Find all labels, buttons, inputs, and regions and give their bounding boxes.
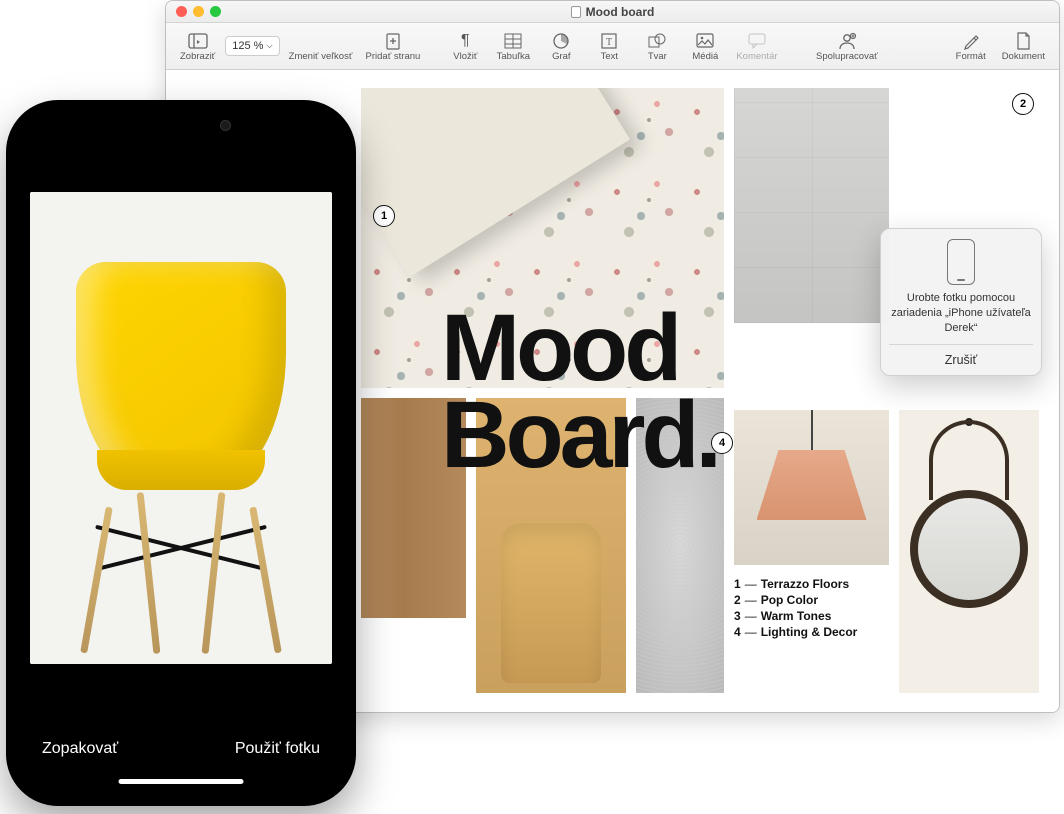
media-icon (694, 31, 716, 51)
media-label: Médiá (692, 51, 718, 62)
format-icon (960, 31, 982, 51)
photo-preview[interactable] (30, 192, 332, 664)
legend[interactable]: 1—Terrazzo Floors 2—Pop Color 3—Warm Ton… (734, 575, 934, 641)
phone-icon (947, 239, 975, 285)
view-icon (187, 31, 209, 51)
image-mirror[interactable] (899, 410, 1039, 693)
comment-button: Komentár (730, 29, 783, 64)
comment-icon (746, 31, 768, 51)
continuity-popup: Urobte fotku pomocou zariadenia „iPhone … (880, 228, 1042, 376)
document-icon (1012, 31, 1034, 51)
shape-button[interactable]: Tvar (634, 29, 680, 64)
format-label: Formát (956, 51, 986, 62)
comment-label: Komentár (736, 51, 777, 62)
legend-item: 4—Lighting & Decor (734, 625, 934, 639)
add-page-button[interactable]: Pridať stranu (360, 29, 427, 64)
image-concrete[interactable] (734, 88, 889, 323)
add-page-icon (382, 31, 404, 51)
marker-2[interactable]: 2 (1012, 93, 1034, 115)
document-icon (571, 6, 581, 18)
chart-button[interactable]: Graf (538, 29, 584, 64)
image-lamp[interactable] (734, 410, 889, 565)
insert-button[interactable]: ¶ Vložiť (442, 29, 488, 64)
home-indicator[interactable] (119, 779, 244, 784)
document-label: Dokument (1002, 51, 1045, 62)
view-label: Zobraziť (180, 51, 215, 62)
text-label: Text (601, 51, 618, 62)
media-button[interactable]: Médiá (682, 29, 728, 64)
add-page-label: Pridať stranu (366, 51, 421, 62)
svg-text:T: T (606, 37, 612, 48)
shape-label: Tvar (648, 51, 667, 62)
table-icon (502, 31, 524, 51)
collaborate-icon (836, 31, 858, 51)
legend-item: 2—Pop Color (734, 593, 934, 607)
marker-1[interactable]: 1 (373, 205, 395, 227)
toolbar: Zobraziť 125 % ⌵ Zmeniť veľkosť Pridať s… (166, 23, 1059, 70)
insert-label: Vložiť (453, 51, 477, 62)
titlebar[interactable]: Mood board (166, 1, 1059, 23)
collaborate-button[interactable]: Spolupracovať (810, 29, 884, 64)
marker-4[interactable]: 4 (711, 432, 733, 454)
insert-icon: ¶ (454, 31, 476, 51)
chevron-down-icon: ⌵ (266, 41, 272, 51)
use-photo-button[interactable]: Použiť fotku (235, 740, 320, 758)
iphone-device: Zopakovať Použiť fotku (6, 100, 356, 806)
headline-line2: Board. (441, 382, 718, 488)
resize-label-group: Zmeniť veľkosť (284, 29, 358, 64)
resize-label: Zmeniť veľkosť (289, 51, 353, 62)
cancel-button[interactable]: Zrušiť (889, 344, 1033, 375)
text-button[interactable]: T Text (586, 29, 632, 64)
headline[interactable]: Mood Board. (441, 305, 718, 480)
camera-buttons: Zopakovať Použiť fotku (18, 740, 344, 758)
window-title-text: Mood board (586, 5, 655, 19)
table-button[interactable]: Tabuľka (490, 29, 536, 64)
popup-message: Urobte fotku pomocou zariadenia „iPhone … (889, 291, 1033, 344)
collaborate-label: Spolupracovať (816, 51, 878, 62)
format-button[interactable]: Formát (948, 29, 994, 64)
legend-item: 3—Warm Tones (734, 609, 934, 623)
legend-item: 1—Terrazzo Floors (734, 577, 934, 591)
chart-label: Graf (552, 51, 570, 62)
table-label: Tabuľka (497, 51, 530, 62)
retake-button[interactable]: Zopakovať (42, 740, 118, 758)
zoom-value: 125 % (232, 40, 263, 52)
photo-subject-chair (56, 262, 306, 654)
zoom-selector[interactable]: 125 % ⌵ (225, 36, 279, 56)
iphone-notch (101, 112, 261, 138)
view-button[interactable]: Zobraziť (174, 29, 221, 64)
iphone-screen: Zopakovať Použiť fotku (18, 112, 344, 794)
document-button[interactable]: Dokument (996, 29, 1051, 64)
shape-icon (646, 31, 668, 51)
window-title: Mood board (166, 5, 1059, 19)
chart-icon (550, 31, 572, 51)
text-icon: T (598, 31, 620, 51)
